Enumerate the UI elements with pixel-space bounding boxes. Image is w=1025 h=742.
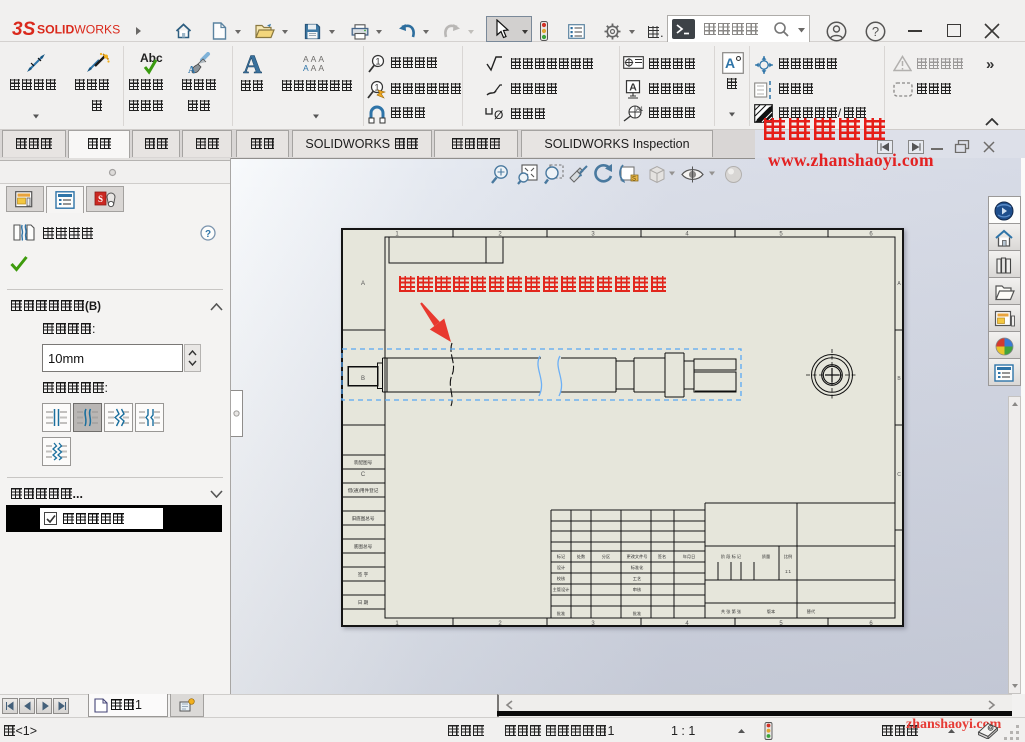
- svg-text:S: S: [632, 176, 636, 182]
- svg-text:校核: 校核: [557, 575, 566, 582]
- svg-text:AAA: AAA: [303, 63, 326, 71]
- svg-text:共 张 第 张: 共 张 第 张: [721, 608, 742, 615]
- svg-text:A: A: [725, 55, 735, 71]
- svg-text:设计: 设计: [557, 564, 565, 571]
- svg-text:A: A: [361, 281, 365, 287]
- svg-text:年月日: 年月日: [683, 553, 696, 560]
- svg-text:替代: 替代: [807, 608, 816, 615]
- svg-text:S: S: [98, 194, 103, 204]
- svg-text:分区: 分区: [602, 553, 610, 560]
- svg-text:底图总号: 底图总号: [354, 543, 373, 550]
- svg-text:主管设计: 主管设计: [553, 586, 570, 593]
- svg-text:A: A: [629, 82, 637, 94]
- svg-text:版本: 版本: [767, 608, 776, 615]
- svg-text:Ø: Ø: [494, 108, 503, 121]
- svg-text:签 字: 签 字: [358, 571, 369, 577]
- svg-text:比例: 比例: [784, 553, 792, 560]
- svg-text:A1: A1: [636, 107, 643, 113]
- svg-text:质量: 质量: [762, 553, 770, 560]
- svg-text:借(通)用件登记: 借(通)用件登记: [348, 487, 379, 494]
- svg-text:处数: 处数: [577, 553, 586, 560]
- svg-text:阶 段 标 记: 阶 段 标 记: [721, 553, 742, 560]
- svg-text:批准: 批准: [557, 610, 565, 617]
- svg-text:1:1: 1:1: [785, 569, 791, 574]
- svg-text:批准: 批准: [633, 610, 641, 617]
- svg-text:审核: 审核: [633, 586, 642, 593]
- svg-text:标准化: 标准化: [631, 564, 644, 571]
- svg-text:SOLIDWORKS: SOLIDWORKS: [37, 23, 120, 37]
- svg-text:A: A: [243, 51, 262, 76]
- svg-text:更改文件号: 更改文件号: [627, 553, 648, 560]
- svg-text:签名: 签名: [658, 553, 666, 560]
- svg-text:3S: 3S: [12, 19, 36, 39]
- svg-text:B: B: [361, 376, 365, 382]
- svg-text:工艺: 工艺: [633, 576, 641, 581]
- svg-text:?: ?: [205, 229, 211, 240]
- svg-text:标记: 标记: [557, 553, 566, 560]
- svg-text:1: 1: [375, 57, 380, 67]
- svg-text:C: C: [361, 472, 366, 478]
- svg-text:旧底图总号: 旧底图总号: [352, 515, 375, 522]
- svg-text:Abc: Abc: [140, 51, 163, 65]
- svg-text:C: C: [897, 472, 901, 478]
- svg-text:装配图号: 装配图号: [354, 459, 373, 466]
- svg-text:A: A: [188, 65, 196, 74]
- svg-text:?: ?: [872, 24, 879, 39]
